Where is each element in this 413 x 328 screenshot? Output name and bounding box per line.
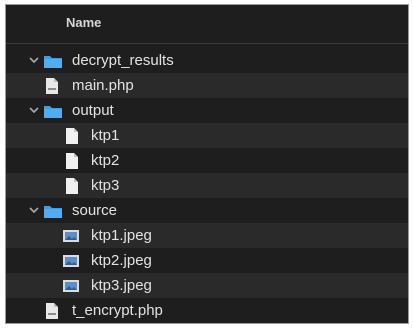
tree-row-ktp1[interactable]: ktp1: [6, 123, 408, 148]
php-file-icon: [45, 77, 59, 95]
file-icon: [65, 152, 79, 170]
chevron-down-icon[interactable]: [27, 204, 41, 218]
tree-row-decrypt-results[interactable]: decrypt_results: [6, 48, 408, 73]
tree-item-label: decrypt_results: [72, 52, 174, 69]
tree-row-ktp1-jpeg[interactable]: ktp1.jpeg: [6, 223, 408, 248]
tree-row-ktp3[interactable]: ktp3: [6, 173, 408, 198]
tree-item-label: ktp1: [91, 127, 120, 144]
column-header[interactable]: Name: [6, 5, 408, 44]
file-icon: [65, 177, 79, 195]
image-file-icon: [62, 279, 80, 293]
folder-icon: [43, 203, 63, 219]
tree-row-ktp2[interactable]: ktp2: [6, 148, 408, 173]
tree-row-main-php[interactable]: main.php: [6, 73, 408, 98]
tree-item-label: main.php: [72, 77, 134, 94]
tree-row-output[interactable]: output: [6, 98, 408, 123]
chevron-down-icon[interactable]: [27, 104, 41, 118]
tree-item-label: ktp2: [91, 152, 120, 169]
image-file-icon: [62, 229, 80, 243]
folder-icon: [43, 103, 63, 119]
chevron-down-icon[interactable]: [27, 54, 41, 68]
folder-icon: [43, 53, 63, 69]
tree-item-label: t_encrypt.php: [72, 302, 163, 319]
tree-item-label: ktp1.jpeg: [91, 227, 152, 244]
php-file-icon: [45, 302, 59, 320]
name-column-header[interactable]: Name: [66, 15, 101, 30]
tree-row-t-encrypt-php[interactable]: t_encrypt.php: [6, 298, 408, 323]
tree-item-label: ktp3: [91, 177, 120, 194]
tree-item-label: source: [72, 202, 118, 219]
tree-row-ktp2-jpeg[interactable]: ktp2.jpeg: [6, 248, 408, 273]
tree-item-label: ktp2.jpeg: [91, 252, 152, 269]
tree-item-label: output: [72, 102, 114, 119]
tree-row-ktp3-jpeg[interactable]: ktp3.jpeg: [6, 273, 408, 298]
file-icon: [65, 127, 79, 145]
image-file-icon: [62, 254, 80, 268]
tree-row-source[interactable]: source: [6, 198, 408, 223]
file-browser-window: Name decrypt_results main.php output ktp…: [5, 4, 409, 324]
tree-item-label: ktp3.jpeg: [91, 277, 152, 294]
